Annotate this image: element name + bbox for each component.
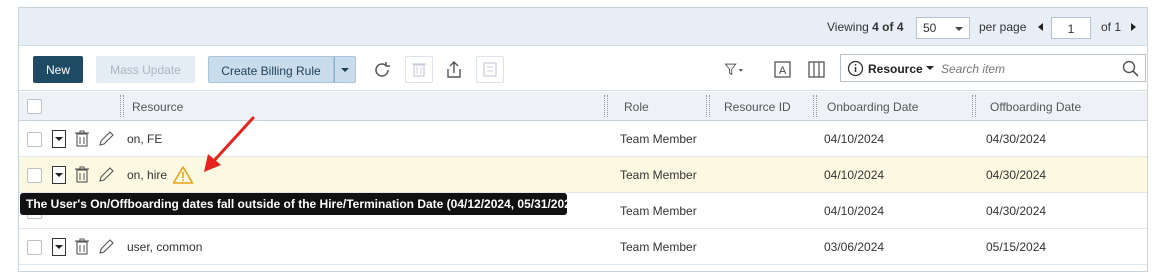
columns-icon[interactable] bbox=[806, 59, 828, 81]
resource-cell: on, hire bbox=[127, 168, 168, 182]
role-cell: Team Member bbox=[620, 204, 697, 218]
onboarding-date-cell: 04/10/2024 bbox=[824, 204, 885, 218]
onboarding-date-cell: 04/10/2024 bbox=[824, 168, 885, 182]
column-resize-handle[interactable] bbox=[972, 95, 976, 117]
row-checkbox[interactable] bbox=[27, 132, 42, 147]
offboarding-date-cell: 04/30/2024 bbox=[986, 132, 1047, 146]
table-row[interactable]: user, common Team Member 03/06/2024 05/1… bbox=[19, 229, 1147, 265]
pencil-icon[interactable] bbox=[97, 238, 115, 256]
resource-grid-panel: Viewing 4 of 4 50 per page 1 of 1 New Ma… bbox=[18, 7, 1148, 272]
billing-rule-dropdown-button[interactable] bbox=[334, 56, 356, 83]
row-checkbox[interactable] bbox=[27, 168, 42, 183]
pencil-icon[interactable] bbox=[97, 130, 115, 148]
role-cell: Team Member bbox=[620, 132, 697, 146]
chevron-down-icon bbox=[55, 173, 63, 177]
table-row[interactable]: on, FE Team Member 04/10/2024 04/30/2024 bbox=[19, 121, 1147, 157]
info-icon[interactable] bbox=[847, 60, 864, 77]
resource-cell: user, common bbox=[127, 240, 203, 254]
chevron-down-icon bbox=[341, 68, 349, 72]
toolbar: New Mass Update Create Billing Rule A Re… bbox=[19, 47, 1147, 91]
page-total: of 1 bbox=[1101, 20, 1122, 34]
onboarding-date-cell: 03/06/2024 bbox=[824, 240, 885, 254]
offboarding-date-cell: 04/30/2024 bbox=[986, 204, 1047, 218]
warning-tooltip: The User's On/Offboarding dates fall out… bbox=[20, 193, 585, 215]
trash-icon[interactable] bbox=[74, 238, 90, 256]
mass-update-button[interactable]: Mass Update bbox=[96, 56, 195, 83]
chevron-down-icon bbox=[926, 66, 934, 70]
row-actions-dropdown[interactable] bbox=[52, 238, 66, 256]
role-cell: Team Member bbox=[620, 168, 697, 182]
per-page-label: per page bbox=[979, 20, 1027, 34]
column-resize-handle[interactable] bbox=[604, 95, 608, 117]
column-header-role[interactable]: Role bbox=[624, 92, 649, 121]
row-actions-dropdown[interactable] bbox=[52, 130, 66, 148]
next-page-icon[interactable] bbox=[1131, 23, 1136, 31]
create-billing-rule-button[interactable]: Create Billing Rule bbox=[208, 56, 334, 83]
search-icon[interactable] bbox=[1121, 59, 1141, 79]
column-header-resource[interactable]: Resource bbox=[132, 92, 183, 121]
column-resize-handle[interactable] bbox=[120, 95, 124, 117]
offboarding-date-cell: 05/15/2024 bbox=[986, 240, 1047, 254]
refresh-icon[interactable] bbox=[371, 59, 393, 81]
chevron-down-icon bbox=[55, 137, 63, 141]
trash-icon[interactable] bbox=[74, 166, 90, 184]
warning-icon[interactable] bbox=[172, 165, 194, 185]
filter-icon[interactable] bbox=[724, 59, 746, 81]
table-row[interactable]: on, hire Team Member 04/10/2024 04/30/20… bbox=[19, 157, 1147, 193]
select-all-checkbox[interactable] bbox=[27, 99, 42, 114]
prev-page-icon[interactable] bbox=[1038, 23, 1043, 31]
column-resize-handle[interactable] bbox=[706, 95, 710, 117]
grid-header: Resource Role Resource ID Onboarding Dat… bbox=[19, 92, 1147, 121]
page-number-input[interactable]: 1 bbox=[1051, 17, 1091, 39]
form-icon bbox=[483, 62, 497, 77]
offboarding-date-cell: 04/30/2024 bbox=[986, 168, 1047, 182]
role-cell: Team Member bbox=[620, 240, 697, 254]
column-header-offboarding-date[interactable]: Offboarding Date bbox=[990, 92, 1081, 121]
column-resize-handle[interactable] bbox=[813, 95, 817, 117]
details-button[interactable] bbox=[476, 56, 504, 83]
resource-cell: on, FE bbox=[127, 132, 163, 146]
font-size-icon[interactable]: A bbox=[772, 59, 794, 81]
export-icon[interactable] bbox=[443, 59, 465, 81]
new-button[interactable]: New bbox=[33, 56, 83, 83]
viewing-count: Viewing 4 of 4 bbox=[827, 20, 904, 34]
delete-button[interactable] bbox=[405, 56, 433, 83]
search-input[interactable]: Search item bbox=[941, 62, 1005, 76]
pencil-icon[interactable] bbox=[97, 166, 115, 184]
chevron-down-icon bbox=[955, 27, 963, 31]
annotation-arrow-icon bbox=[204, 116, 255, 172]
per-page-select[interactable]: 50 bbox=[916, 17, 970, 39]
row-checkbox[interactable] bbox=[27, 240, 42, 255]
row-actions-dropdown[interactable] bbox=[52, 166, 66, 184]
trash-icon bbox=[412, 63, 426, 77]
chevron-down-icon bbox=[55, 245, 63, 249]
pager-bar: Viewing 4 of 4 50 per page 1 of 1 bbox=[19, 8, 1147, 46]
onboarding-date-cell: 04/10/2024 bbox=[824, 132, 885, 146]
search-scope-select[interactable]: Resource bbox=[868, 62, 923, 76]
svg-text:A: A bbox=[779, 65, 787, 77]
search-box[interactable]: Resource Search item bbox=[840, 54, 1146, 82]
column-header-resource-id[interactable]: Resource ID bbox=[724, 92, 791, 121]
column-header-onboarding-date[interactable]: Onboarding Date bbox=[827, 92, 918, 121]
trash-icon[interactable] bbox=[74, 130, 90, 148]
